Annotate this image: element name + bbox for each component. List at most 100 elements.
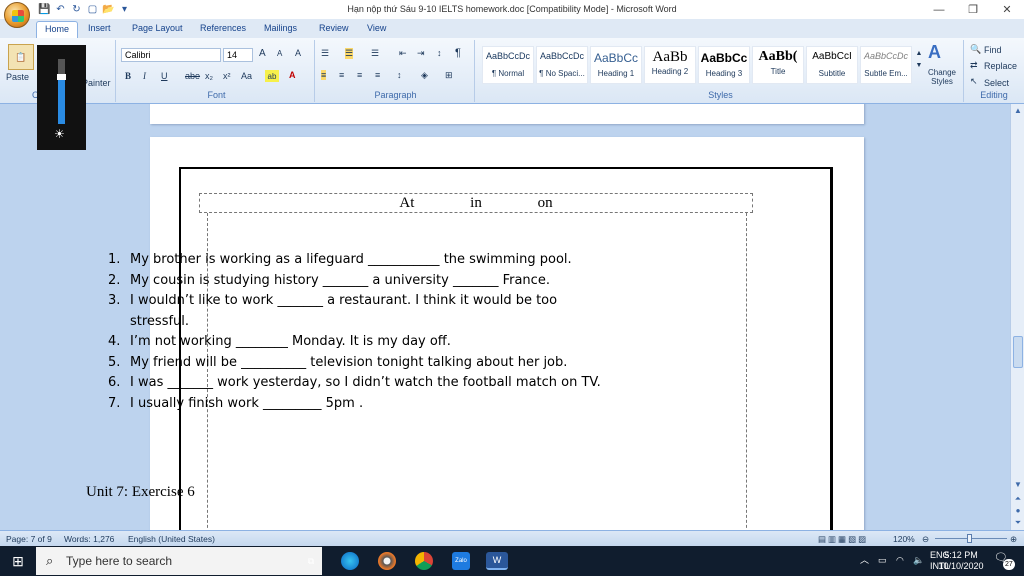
sort-icon[interactable]: ↕ bbox=[437, 48, 442, 58]
decrease-indent-icon[interactable]: ⇤ bbox=[399, 48, 407, 59]
brightness-overlay: ☀ bbox=[37, 45, 86, 150]
zoom-in-icon[interactable]: ⊕ bbox=[1010, 534, 1017, 545]
style-heading-2[interactable]: AaBb Heading 2 bbox=[644, 46, 696, 84]
line-spacing-icon[interactable]: ↕ bbox=[397, 70, 402, 80]
wifi-icon[interactable]: ◠ bbox=[896, 555, 904, 566]
bold-button[interactable]: B bbox=[125, 71, 131, 81]
change-styles-button[interactable]: Change Styles bbox=[924, 68, 960, 86]
list-item[interactable]: 3. I wouldn’t like to work _______ a rest… bbox=[108, 291, 608, 332]
vertical-scrollbar[interactable]: ▲ ▼ ⏶ ● ⏷ bbox=[1010, 104, 1024, 530]
tab-home[interactable]: Home bbox=[36, 21, 79, 38]
bullets-icon[interactable]: ☰ bbox=[321, 48, 329, 59]
change-case-button[interactable]: Aa bbox=[241, 71, 252, 81]
tab-insert[interactable]: Insert bbox=[88, 23, 111, 33]
zoom-slider-knob[interactable] bbox=[967, 534, 972, 543]
scroll-thumb[interactable] bbox=[1013, 336, 1023, 368]
browse-object-icon[interactable]: ● bbox=[1011, 506, 1024, 518]
numbering-icon[interactable]: ☰ bbox=[345, 48, 354, 59]
multilevel-list-icon[interactable]: ☰ bbox=[371, 48, 379, 59]
list-item[interactable]: 5. My friend will be __________ televisio… bbox=[108, 353, 608, 374]
next-page-icon[interactable]: ⏷ bbox=[1011, 518, 1024, 530]
highlight-icon[interactable]: ab bbox=[265, 70, 279, 82]
clock-time: 5:12 PM bbox=[944, 550, 978, 560]
font-size-box[interactable]: 14 bbox=[223, 48, 253, 62]
borders-icon[interactable]: ⊞ bbox=[445, 70, 453, 81]
shrink-font-button[interactable]: A bbox=[277, 49, 282, 58]
list-item[interactable]: 7. I usually finish work _________ 5pm . bbox=[108, 394, 608, 415]
change-styles-icon[interactable]: A bbox=[928, 42, 941, 63]
tab-view[interactable]: View bbox=[367, 23, 386, 33]
styles-scroll-icon[interactable]: ▲ ▼ bbox=[914, 48, 924, 72]
word-taskbar-icon[interactable]: W bbox=[486, 552, 508, 570]
style-title[interactable]: AaBb( Title bbox=[752, 46, 804, 84]
zoom-level[interactable]: 120% bbox=[893, 534, 915, 544]
list-item[interactable]: 2. My cousin is studying history _______ … bbox=[108, 271, 608, 292]
increase-indent-icon[interactable]: ⇥ bbox=[417, 48, 425, 59]
list-item[interactable]: 1. My brother is working as a lifeguard _… bbox=[108, 250, 608, 271]
zoom-out-icon[interactable]: ⊖ bbox=[922, 534, 929, 545]
style-subtle-emphasis[interactable]: AaBbCcDc Subtle Em... bbox=[860, 46, 912, 84]
language-status[interactable]: English (United States) bbox=[128, 534, 215, 544]
volume-icon[interactable]: 🔈 bbox=[913, 555, 924, 566]
tray-chevron-icon[interactable]: ︿ bbox=[860, 555, 869, 566]
previous-page-icon[interactable]: ⏶ bbox=[1011, 494, 1024, 506]
style-subtitle[interactable]: AaBbCcI Subtitle bbox=[806, 46, 858, 84]
restore-button[interactable]: ❐ bbox=[956, 2, 990, 18]
tab-mailings[interactable]: Mailings bbox=[264, 23, 297, 33]
italic-button[interactable]: I bbox=[143, 71, 146, 81]
clock[interactable]: 5:12 PM 10/10/2020 bbox=[938, 550, 984, 572]
clear-format-button[interactable]: A bbox=[295, 48, 301, 58]
windows-start-icon[interactable]: ⊞ bbox=[9, 552, 27, 570]
shading-icon[interactable]: ◈ bbox=[421, 70, 428, 81]
taskbar-search[interactable]: ⌕ Type here to search bbox=[36, 547, 322, 575]
underline-button[interactable]: U bbox=[161, 71, 168, 81]
zoom-slider[interactable] bbox=[935, 534, 1007, 543]
brightness-slider[interactable] bbox=[57, 59, 66, 124]
scroll-down-icon[interactable]: ▼ bbox=[1011, 480, 1024, 492]
word-box[interactable]: At in on bbox=[199, 193, 753, 213]
style-no-spacing[interactable]: AaBbCcDc ¶ No Spaci... bbox=[536, 46, 588, 84]
replace-button[interactable]: Replace bbox=[984, 61, 1017, 71]
close-button[interactable]: ✕ bbox=[990, 2, 1024, 18]
edge-icon[interactable] bbox=[341, 552, 359, 570]
tab-review[interactable]: Review bbox=[319, 23, 349, 33]
select-button[interactable]: Select bbox=[984, 78, 1009, 88]
list-item[interactable]: 4. I’m not working ________ Monday. It is… bbox=[108, 332, 608, 353]
font-name-box[interactable]: Calibri bbox=[121, 48, 221, 62]
page-count[interactable]: Page: 7 of 9 bbox=[6, 534, 52, 544]
style-heading-3[interactable]: AaBbCc Heading 3 bbox=[698, 46, 750, 84]
tab-page-layout[interactable]: Page Layout bbox=[132, 23, 183, 33]
strikethrough-button[interactable]: abe bbox=[185, 71, 200, 81]
list-item[interactable]: 6. I was _______ work yesterday, so I did… bbox=[108, 373, 608, 394]
align-right-icon[interactable]: ≡ bbox=[357, 70, 362, 80]
media-app-icon[interactable] bbox=[378, 552, 396, 570]
brightness-thumb[interactable] bbox=[57, 74, 66, 80]
format-painter-button[interactable]: Painter bbox=[82, 78, 111, 88]
word-count[interactable]: Words: 1,276 bbox=[64, 534, 114, 544]
align-left-icon[interactable]: ≡ bbox=[321, 70, 327, 80]
superscript-button[interactable]: x² bbox=[223, 71, 231, 81]
styles-group: AaBbCcDc ¶ Normal AaBbCcDc ¶ No Spaci...… bbox=[478, 40, 964, 102]
view-buttons-icon[interactable]: ▤▥▦▧▨ bbox=[818, 534, 868, 545]
paste-icon[interactable]: 📋 bbox=[8, 44, 34, 70]
font-color-icon[interactable]: A bbox=[289, 70, 296, 80]
find-button[interactable]: Find bbox=[984, 45, 1002, 55]
justify-icon[interactable]: ≡ bbox=[375, 70, 380, 80]
tab-references[interactable]: References bbox=[200, 23, 246, 33]
style-heading-1[interactable]: AaBbCc Heading 1 bbox=[590, 46, 642, 84]
scroll-up-icon[interactable]: ▲ bbox=[1011, 106, 1024, 118]
document-area[interactable]: At in on 1. My brother is working as a li… bbox=[0, 104, 1010, 530]
minimize-button[interactable]: — bbox=[922, 2, 956, 18]
paste-button[interactable]: Paste bbox=[6, 72, 29, 82]
ribbon: 📋 Paste Painter C Calibri 14 A A A B I U… bbox=[0, 38, 1024, 104]
grow-font-button[interactable]: A bbox=[259, 48, 266, 59]
style-normal[interactable]: AaBbCcDc ¶ Normal bbox=[482, 46, 534, 84]
office-button[interactable] bbox=[4, 2, 30, 28]
task-view-icon[interactable]: ⧉ bbox=[302, 552, 320, 570]
chrome-icon[interactable] bbox=[415, 552, 433, 570]
battery-icon[interactable]: ▭ bbox=[878, 555, 887, 566]
subscript-button[interactable]: x₂ bbox=[205, 71, 213, 81]
show-formatting-icon[interactable]: ¶ bbox=[455, 47, 461, 59]
align-center-icon[interactable]: ≡ bbox=[339, 70, 344, 80]
zalo-icon[interactable]: Zalo bbox=[452, 552, 470, 570]
